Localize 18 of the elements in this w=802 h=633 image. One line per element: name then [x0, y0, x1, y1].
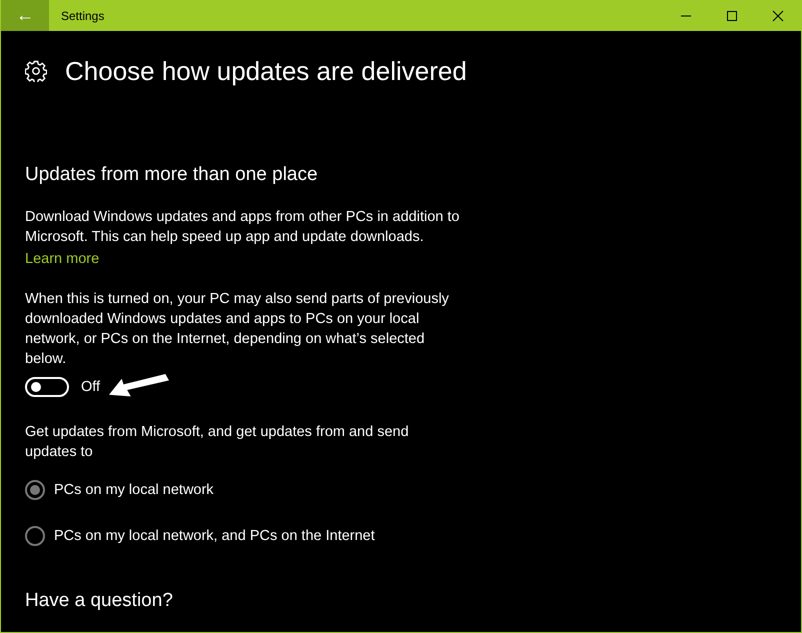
- description-text: Download Windows updates and apps from other PCs in addition to Microsoft. This can help speed up app and update downloads.: [25, 208, 460, 247]
- help-heading: Have a question?: [25, 590, 174, 613]
- radio-button[interactable]: [25, 480, 45, 500]
- option-label: PCs on my local network, and PCs on the Internet: [54, 526, 375, 546]
- toggle-label: Off: [81, 378, 100, 397]
- toggle-switch[interactable]: [25, 376, 69, 397]
- settings-icon: [25, 60, 47, 82]
- section-heading: Updates from more than one place: [25, 164, 319, 187]
- options-label: Get updates from Microsoft, and get updates from and send updates to: [25, 422, 410, 462]
- maximize-icon: [726, 10, 738, 22]
- note-text: When this is turned on, your PC may also send parts of previously downloaded Windows updates and apps to PCs on your local network, or PCs on the Internet, depending on what’s selected below.: [25, 290, 450, 369]
- learn-more-link[interactable]: Learn more: [25, 250, 100, 267]
- annotation-arrow: [109, 374, 169, 398]
- window-title: Settings: [61, 8, 104, 24]
- radio-button[interactable]: [25, 526, 45, 546]
- close-icon: [772, 10, 784, 22]
- page-title: Choose how updates are delivered: [65, 58, 467, 84]
- option-label: PCs on my local network: [54, 480, 214, 500]
